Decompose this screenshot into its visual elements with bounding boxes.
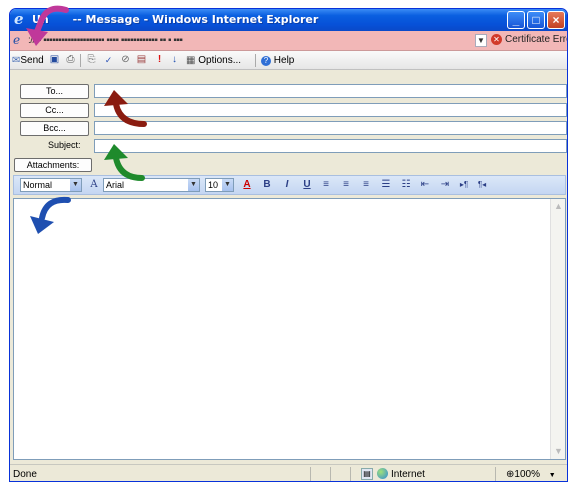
send-button[interactable]: ✉Send: [12, 53, 44, 68]
options-icon: ▦: [186, 55, 196, 66]
to-field[interactable]: [94, 84, 567, 98]
ie-window: e Un -- Message - Windows Internet Explo…: [9, 8, 568, 482]
scroll-up-icon[interactable]: ▲: [552, 200, 565, 213]
bcc-button[interactable]: Bcc...: [20, 121, 89, 136]
formatting-toolbar: Normal ▼ A Arial ▼ 10 ▼ A B I U ≡ ≡ ≡ ☰ …: [13, 175, 566, 195]
minimize-button[interactable]: _: [507, 11, 525, 29]
print-icon[interactable]: ⎙: [64, 53, 77, 67]
help-icon: ?: [261, 56, 271, 66]
status-separator: [330, 467, 331, 481]
url-field[interactable]: ://▪▪ ▪▪▪▪▪▪▪▪▪▪▪▪▪▪▪▪▪▪▪▪ ▪▪▪▪ ▪▪▪▪▪▪▪▪…: [28, 35, 468, 47]
left-to-right-icon[interactable]: ▸¶: [457, 178, 471, 192]
chevron-down-icon: ▼: [548, 472, 556, 479]
chevron-down-icon: ▼: [70, 179, 81, 191]
status-separator: [310, 467, 311, 481]
right-to-left-icon[interactable]: ¶◂: [475, 178, 489, 192]
status-separator: [495, 467, 496, 481]
increase-indent-icon[interactable]: ⇥: [438, 178, 452, 192]
subject-field[interactable]: [94, 139, 567, 153]
cc-button[interactable]: Cc...: [20, 103, 89, 118]
page-icon: e: [13, 33, 21, 47]
low-importance-icon[interactable]: ↓: [168, 53, 181, 67]
maximize-button[interactable]: □: [527, 11, 545, 29]
status-bar: Done ▤ Internet ⊕100% ▼: [10, 464, 567, 481]
chevron-down-icon: ▼: [222, 179, 233, 191]
chevron-down-icon: ▼: [188, 179, 199, 191]
numbered-list-icon[interactable]: ☷: [399, 178, 413, 192]
vertical-scrollbar[interactable]: ▲ ▼: [550, 199, 565, 459]
paperclip-icon[interactable]: ⊘: [119, 53, 132, 67]
security-zone[interactable]: Internet: [377, 468, 425, 480]
message-headers: To... Cc... Bcc... Subject: Attachments:: [10, 70, 567, 172]
status-separator: [350, 467, 351, 481]
title-bar[interactable]: e Un -- Message - Windows Internet Explo…: [10, 9, 567, 31]
to-button[interactable]: To...: [20, 84, 89, 99]
bold-button[interactable]: B: [260, 178, 274, 192]
decrease-indent-icon[interactable]: ⇤: [418, 178, 432, 192]
toolbar-separator: [255, 54, 256, 67]
underline-button[interactable]: U: [300, 178, 314, 192]
attachments-button[interactable]: Attachments:: [14, 158, 92, 172]
scroll-down-icon[interactable]: ▼: [552, 445, 565, 458]
align-left-icon[interactable]: ≡: [319, 178, 333, 192]
toolbar-separator: [80, 54, 81, 67]
font-select[interactable]: Arial ▼: [103, 178, 200, 192]
bulleted-list-icon[interactable]: ☰: [379, 178, 393, 192]
message-body-editor[interactable]: ▲ ▼: [13, 198, 566, 460]
font-size-select[interactable]: 10 ▼: [205, 178, 234, 192]
address-book-icon[interactable]: ▤: [135, 53, 148, 67]
status-text: Done: [13, 469, 37, 480]
protected-mode-icon[interactable]: ▤: [361, 468, 373, 480]
italic-button[interactable]: I: [280, 178, 294, 192]
help-button[interactable]: ? Help: [261, 53, 294, 68]
window-title: Un -- Message - Windows Internet Explore…: [32, 13, 319, 26]
cc-field[interactable]: [94, 103, 567, 117]
message-toolbar: ✉Send ▣ ⎙ ⎘ ✓ ⊘ ▤ ! ↓ ▦ Options... ? Hel…: [10, 51, 567, 70]
text-color-icon[interactable]: A: [240, 178, 254, 192]
bcc-field[interactable]: [94, 121, 567, 135]
high-importance-icon[interactable]: !: [153, 53, 166, 67]
ie-logo-icon: e: [14, 10, 24, 28]
options-button[interactable]: ▦ Options...: [186, 53, 241, 68]
align-center-icon[interactable]: ≡: [339, 178, 353, 192]
style-select[interactable]: Normal ▼: [20, 178, 82, 192]
save-icon[interactable]: ▣: [48, 53, 61, 67]
align-right-icon[interactable]: ≡: [359, 178, 373, 192]
font-icon: A: [90, 179, 98, 190]
print-preview-icon[interactable]: ⎘: [85, 53, 98, 67]
certificate-error-button[interactable]: ✕Certificate Error: [491, 34, 567, 45]
address-bar: e ://▪▪ ▪▪▪▪▪▪▪▪▪▪▪▪▪▪▪▪▪▪▪▪ ▪▪▪▪ ▪▪▪▪▪▪…: [10, 31, 567, 51]
close-button[interactable]: ×: [547, 11, 565, 29]
spell-check-icon[interactable]: ✓: [102, 53, 115, 67]
zoom-control[interactable]: ⊕100% ▼: [506, 469, 556, 480]
subject-label: Subject:: [48, 140, 81, 150]
globe-icon: [377, 468, 388, 479]
address-dropdown-button[interactable]: ▼: [475, 34, 487, 47]
certificate-error-icon: ✕: [491, 34, 502, 45]
